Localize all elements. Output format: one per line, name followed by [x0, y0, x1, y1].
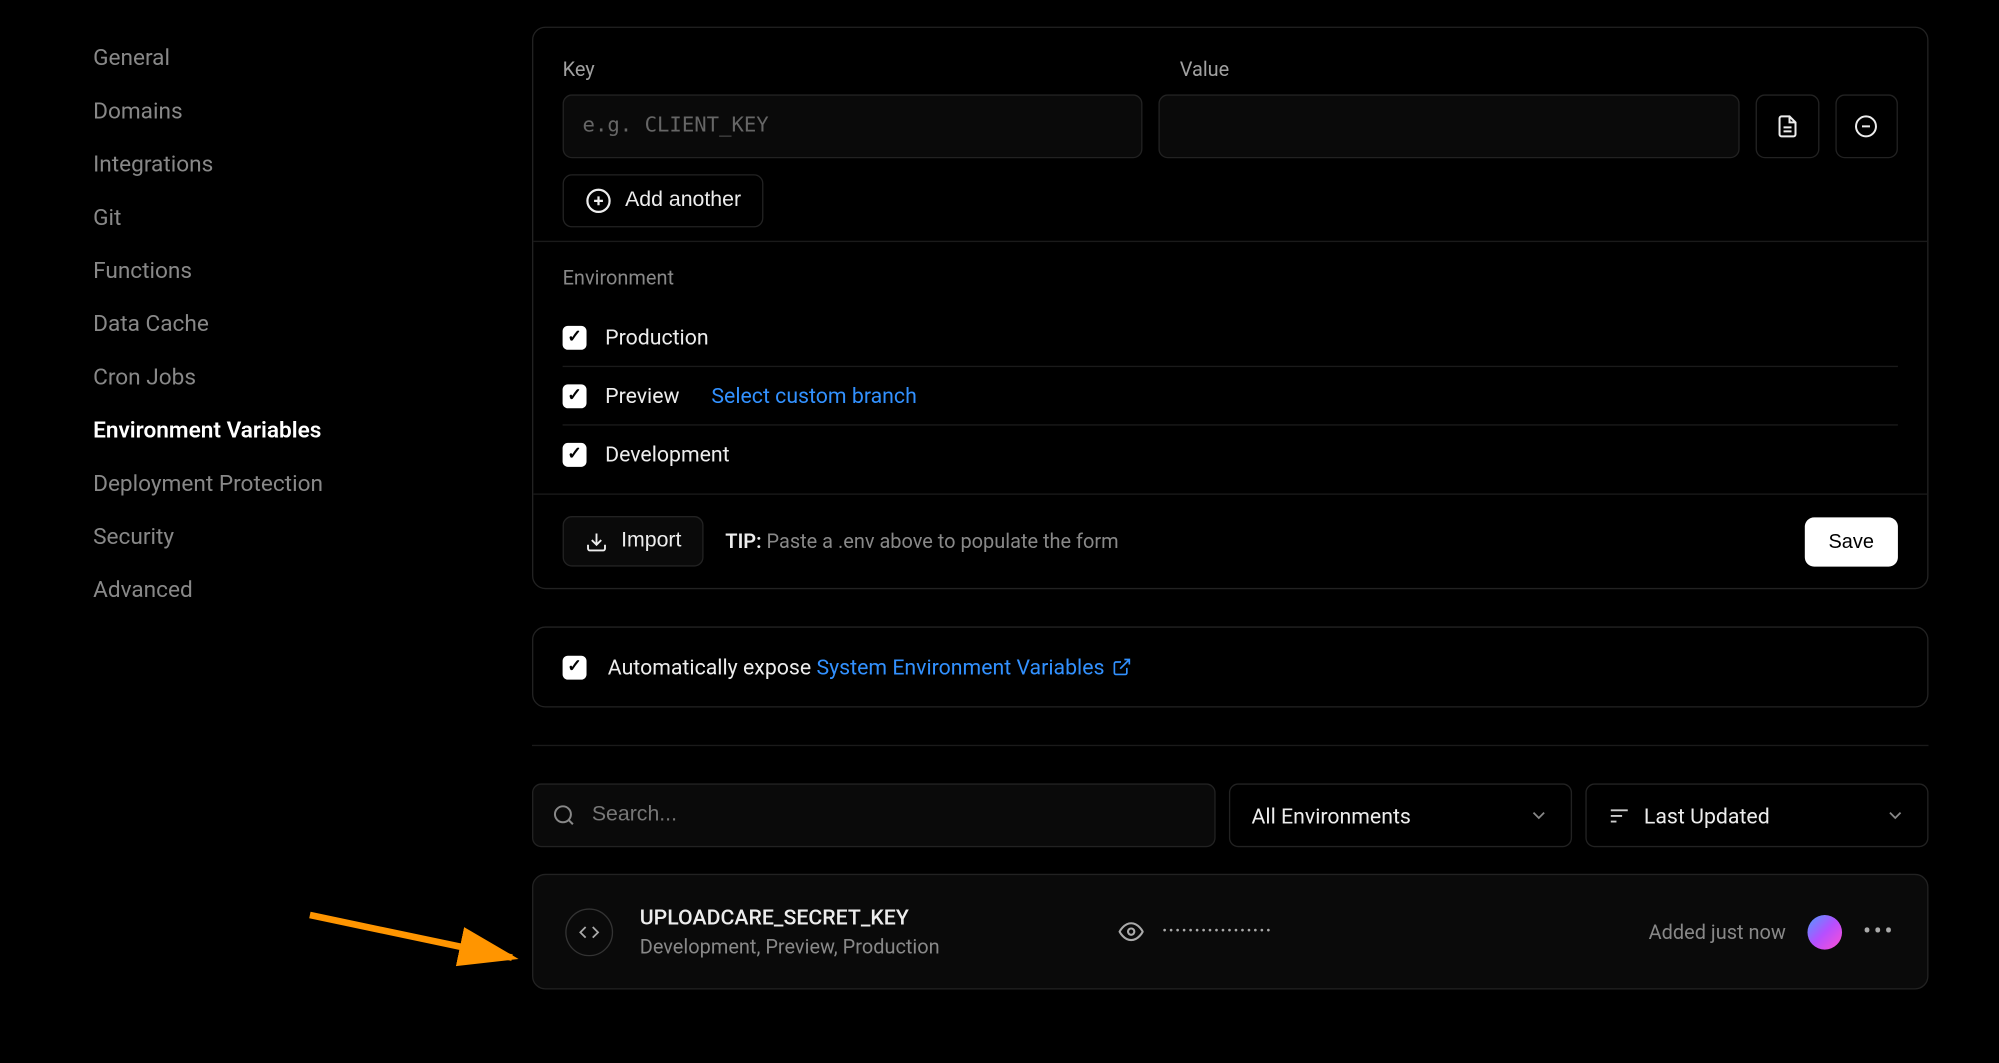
save-button[interactable]: Save [1805, 517, 1898, 566]
key-label: Key [563, 57, 1164, 81]
code-icon [565, 908, 613, 956]
sidebar-item-integrations[interactable]: Integrations [93, 138, 532, 191]
avatar [1807, 914, 1842, 949]
search-input[interactable] [592, 803, 1196, 827]
check-icon: ✓ [567, 327, 582, 347]
search-icon [552, 803, 576, 827]
sort-label: Last Updated [1644, 803, 1770, 828]
sort-icon [1608, 804, 1631, 827]
sidebar-item-domains[interactable]: Domains [93, 85, 532, 138]
import-button[interactable]: Import [563, 516, 704, 567]
search-box[interactable] [532, 783, 1216, 847]
env-var-environments: Development, Preview, Production [640, 935, 1092, 959]
remove-button[interactable] [1835, 94, 1898, 158]
expose-checkbox[interactable]: ✓ [563, 655, 587, 679]
minus-circle-icon [1854, 114, 1878, 138]
expose-prefix: Automatically expose [608, 654, 817, 679]
value-label: Value [1180, 57, 1230, 81]
sidebar-item-general[interactable]: General [93, 32, 532, 85]
sidebar-item-advanced[interactable]: Advanced [93, 564, 532, 617]
add-another-button[interactable]: Add another [563, 174, 764, 227]
value-input[interactable] [1158, 94, 1740, 158]
env-row-development: ✓ Development [563, 426, 1898, 483]
tip-label: TIP: [725, 529, 761, 553]
development-checkbox[interactable]: ✓ [563, 442, 587, 466]
env-filter-select[interactable]: All Environments [1229, 783, 1572, 847]
env-var-masked-value: ••••••••••••••••• [1162, 924, 1272, 939]
environment-heading: Environment [563, 266, 1898, 290]
sidebar-item-cron-jobs[interactable]: Cron Jobs [93, 351, 532, 404]
key-input[interactable] [563, 94, 1142, 158]
file-icon [1775, 114, 1799, 138]
sidebar-item-environment-variables[interactable]: Environment Variables [93, 404, 532, 457]
env-row-production: ✓ Production [563, 309, 1898, 368]
sidebar-item-security[interactable]: Security [93, 511, 532, 564]
import-icon [585, 530, 608, 553]
sidebar-item-data-cache[interactable]: Data Cache [93, 298, 532, 351]
system-env-vars-link[interactable]: System Environment Variables [816, 654, 1132, 679]
main-content: Key Value Add another [532, 27, 1929, 990]
select-custom-branch-link[interactable]: Select custom branch [711, 383, 916, 408]
import-label: Import [621, 529, 681, 553]
sidebar-item-deployment-protection[interactable]: Deployment Protection [93, 458, 532, 511]
more-menu-button[interactable]: ••• [1863, 918, 1895, 946]
production-label: Production [605, 325, 708, 350]
check-icon: ✓ [567, 657, 582, 677]
expose-card: ✓ Automatically expose System Environmen… [532, 626, 1929, 707]
env-var-name: UPLOADCARE_SECRET_KEY [640, 904, 1092, 929]
sidebar-item-functions[interactable]: Functions [93, 245, 532, 298]
tip-text: TIP: Paste a .env above to populate the … [725, 529, 1118, 553]
add-another-label: Add another [625, 189, 741, 213]
env-var-form-card: Key Value Add another [532, 27, 1929, 590]
chevron-down-icon [1528, 805, 1549, 826]
chevron-down-icon [1885, 805, 1906, 826]
env-row-preview: ✓ Preview Select custom branch [563, 367, 1898, 426]
check-icon: ✓ [567, 386, 582, 406]
sort-select[interactable]: Last Updated [1585, 783, 1928, 847]
production-checkbox[interactable]: ✓ [563, 325, 587, 349]
env-filter-label: All Environments [1252, 803, 1411, 828]
preview-checkbox[interactable]: ✓ [563, 384, 587, 408]
env-var-added-time: Added just now [1649, 920, 1786, 944]
external-link-icon [1112, 657, 1132, 677]
file-button[interactable] [1756, 94, 1819, 158]
eye-icon[interactable] [1119, 919, 1144, 944]
sidebar-item-git[interactable]: Git [93, 192, 532, 245]
check-icon: ✓ [567, 444, 582, 464]
development-label: Development [605, 442, 730, 467]
env-var-row[interactable]: UPLOADCARE_SECRET_KEY Development, Previ… [532, 874, 1929, 990]
search-row: All Environments Last Updated [532, 783, 1929, 847]
form-footer: Import TIP: Paste a .env above to popula… [533, 493, 1927, 587]
preview-label: Preview [605, 383, 679, 408]
plus-circle-icon [585, 188, 612, 215]
sidebar: General Domains Integrations Git Functio… [93, 27, 532, 990]
divider [532, 745, 1929, 746]
